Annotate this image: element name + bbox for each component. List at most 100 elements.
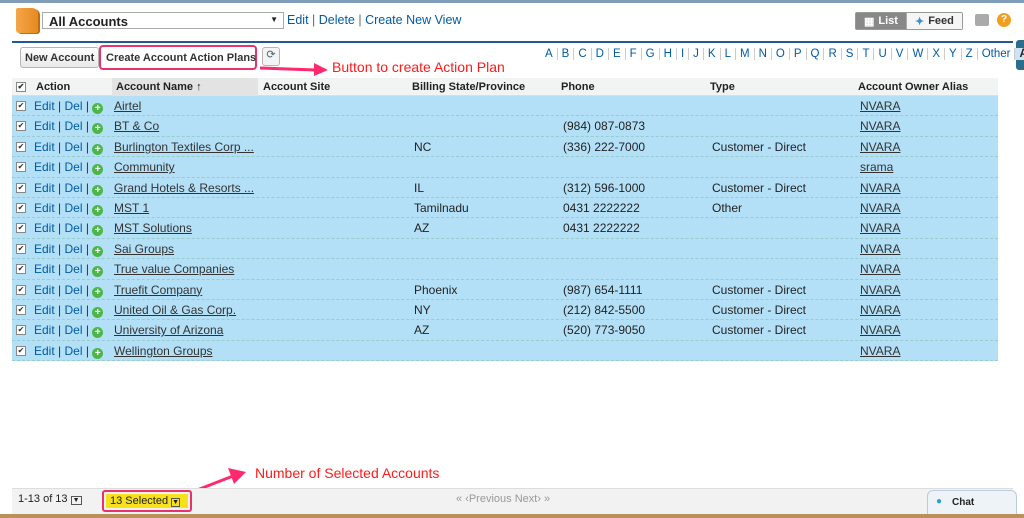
new-account-button[interactable]: New Account bbox=[20, 47, 100, 68]
account-name-link[interactable]: BT & Co bbox=[114, 119, 159, 133]
add-icon[interactable]: + bbox=[92, 307, 104, 318]
edit-link[interactable]: Edit bbox=[34, 323, 55, 337]
row-checkbox[interactable]: ✔ bbox=[16, 101, 26, 111]
owner-alias-link[interactable]: NVARA bbox=[860, 221, 900, 235]
account-name-link[interactable]: MST Solutions bbox=[114, 221, 192, 235]
create-account-action-plans-button[interactable]: Create Account Action Plans bbox=[102, 47, 260, 68]
alpha-filter-h[interactable]: H bbox=[660, 48, 677, 60]
alpha-filter-n[interactable]: N bbox=[755, 48, 772, 60]
add-icon[interactable]: + bbox=[92, 327, 104, 339]
next-link[interactable]: Next bbox=[515, 493, 538, 505]
chat-button[interactable]: ● Chat bbox=[927, 490, 1017, 516]
record-range[interactable]: 1-13 of 13 ▼ bbox=[18, 493, 82, 505]
alpha-filter-q[interactable]: Q bbox=[807, 48, 825, 60]
alpha-filter-p[interactable]: P bbox=[790, 48, 807, 60]
edit-link[interactable]: Edit bbox=[34, 201, 55, 215]
row-checkbox[interactable]: ✔ bbox=[16, 182, 26, 193]
owner-alias-link[interactable]: NVARA bbox=[860, 344, 900, 358]
edit-link[interactable]: Edit bbox=[34, 140, 55, 154]
account-name-link[interactable]: Airtel bbox=[114, 99, 141, 113]
alpha-filter-d[interactable]: D bbox=[592, 48, 609, 60]
alpha-filter-i[interactable]: I bbox=[677, 48, 690, 60]
owner-alias-link[interactable]: NVARA bbox=[860, 242, 900, 256]
del-link[interactable]: Del bbox=[65, 181, 83, 195]
del-link[interactable]: Del bbox=[65, 242, 83, 256]
alpha-filter-v[interactable]: V bbox=[892, 48, 909, 60]
col-type[interactable]: Type bbox=[710, 81, 735, 93]
alpha-filter-k[interactable]: K bbox=[704, 48, 721, 60]
del-link[interactable]: Del bbox=[65, 323, 83, 337]
col-phone[interactable]: Phone bbox=[561, 81, 595, 93]
edit-view-link[interactable]: Edit bbox=[287, 13, 309, 27]
del-link[interactable]: Del bbox=[65, 119, 83, 133]
alpha-filter-s[interactable]: S bbox=[842, 48, 859, 60]
alpha-filter-l[interactable]: L bbox=[721, 48, 736, 60]
owner-alias-link[interactable]: NVARA bbox=[860, 262, 900, 276]
row-checkbox[interactable]: ✔ bbox=[16, 223, 26, 234]
row-checkbox[interactable]: ✔ bbox=[16, 325, 26, 336]
select-all-checkbox[interactable]: ✔ bbox=[16, 82, 26, 92]
account-name-link[interactable]: Truefit Company bbox=[114, 283, 202, 297]
alpha-filter-c[interactable]: C bbox=[574, 48, 592, 60]
alpha-filter-z[interactable]: Z bbox=[962, 48, 978, 60]
edit-link[interactable]: Edit bbox=[34, 262, 55, 276]
edit-link[interactable]: Edit bbox=[34, 119, 55, 133]
edit-link[interactable]: Edit bbox=[34, 99, 55, 113]
alpha-filter-x[interactable]: X bbox=[928, 48, 945, 60]
add-icon[interactable]: + bbox=[92, 164, 104, 176]
alpha-filter-e[interactable]: E bbox=[609, 48, 626, 60]
owner-alias-link[interactable]: NVARA bbox=[860, 303, 900, 317]
add-icon[interactable]: + bbox=[92, 347, 104, 359]
account-name-link[interactable]: Burlington Textiles Corp ... bbox=[114, 140, 254, 154]
add-icon[interactable]: + bbox=[92, 245, 104, 257]
del-link[interactable]: Del bbox=[65, 344, 83, 358]
row-checkbox[interactable]: ✔ bbox=[16, 264, 26, 275]
list-button[interactable]: ▦ List bbox=[856, 13, 906, 29]
alpha-filter-f[interactable]: F bbox=[626, 48, 642, 60]
edit-link[interactable]: Edit bbox=[34, 283, 55, 297]
alpha-filter-j[interactable]: J bbox=[689, 48, 704, 60]
edit-link[interactable]: Edit bbox=[34, 344, 55, 358]
row-checkbox[interactable]: ✔ bbox=[16, 141, 26, 152]
row-checkbox[interactable]: ✔ bbox=[16, 121, 26, 132]
alpha-filter-other[interactable]: Other bbox=[978, 48, 1016, 60]
row-checkbox[interactable]: ✔ bbox=[16, 203, 26, 213]
account-name-link[interactable]: Community bbox=[114, 160, 175, 174]
owner-alias-link[interactable]: NVARA bbox=[860, 140, 900, 154]
add-icon[interactable]: + bbox=[92, 225, 104, 237]
alpha-filter-a[interactable]: A bbox=[541, 48, 558, 60]
alpha-filter-m[interactable]: M bbox=[736, 48, 755, 60]
delete-view-link[interactable]: Delete bbox=[319, 13, 355, 27]
create-new-view-link[interactable]: Create New View bbox=[365, 13, 461, 27]
account-name-link[interactable]: University of Arizona bbox=[114, 323, 223, 337]
edit-link[interactable]: Edit bbox=[34, 160, 55, 174]
alpha-filter-u[interactable]: U bbox=[874, 48, 892, 60]
row-checkbox[interactable]: ✔ bbox=[16, 345, 26, 356]
edit-link[interactable]: Edit bbox=[34, 181, 55, 195]
account-name-link[interactable]: True value Companies bbox=[114, 262, 234, 276]
col-account-name[interactable]: Account Name ↑ bbox=[112, 78, 258, 96]
alpha-filter-w[interactable]: W bbox=[908, 48, 929, 60]
feed-button[interactable]: ✦ Feed bbox=[905, 13, 962, 29]
owner-alias-link[interactable]: NVARA bbox=[860, 201, 900, 215]
add-icon[interactable]: + bbox=[92, 103, 104, 114]
account-name-link[interactable]: Grand Hotels & Resorts ... bbox=[114, 181, 254, 195]
owner-alias-link[interactable]: srama bbox=[860, 160, 893, 174]
owner-alias-link[interactable]: NVARA bbox=[860, 119, 900, 133]
add-icon[interactable]: + bbox=[92, 143, 104, 155]
col-account-site[interactable]: Account Site bbox=[263, 81, 330, 93]
edit-link[interactable]: Edit bbox=[34, 221, 55, 235]
del-link[interactable]: Del bbox=[65, 201, 83, 215]
alpha-filter-r[interactable]: R bbox=[824, 48, 842, 60]
account-name-link[interactable]: United Oil & Gas Corp. bbox=[114, 303, 236, 317]
view-select[interactable]: All Accounts ▼ bbox=[42, 12, 284, 29]
del-link[interactable]: Del bbox=[65, 303, 83, 317]
owner-alias-link[interactable]: NVARA bbox=[860, 99, 900, 113]
row-checkbox[interactable]: ✔ bbox=[16, 243, 26, 254]
previous-link[interactable]: Previous bbox=[469, 493, 512, 505]
alpha-filter-t[interactable]: T bbox=[858, 48, 875, 60]
account-name-link[interactable]: Wellington Groups bbox=[114, 344, 213, 358]
add-icon[interactable]: + bbox=[92, 266, 104, 278]
add-icon[interactable]: + bbox=[92, 184, 104, 196]
owner-alias-link[interactable]: NVARA bbox=[860, 283, 900, 297]
